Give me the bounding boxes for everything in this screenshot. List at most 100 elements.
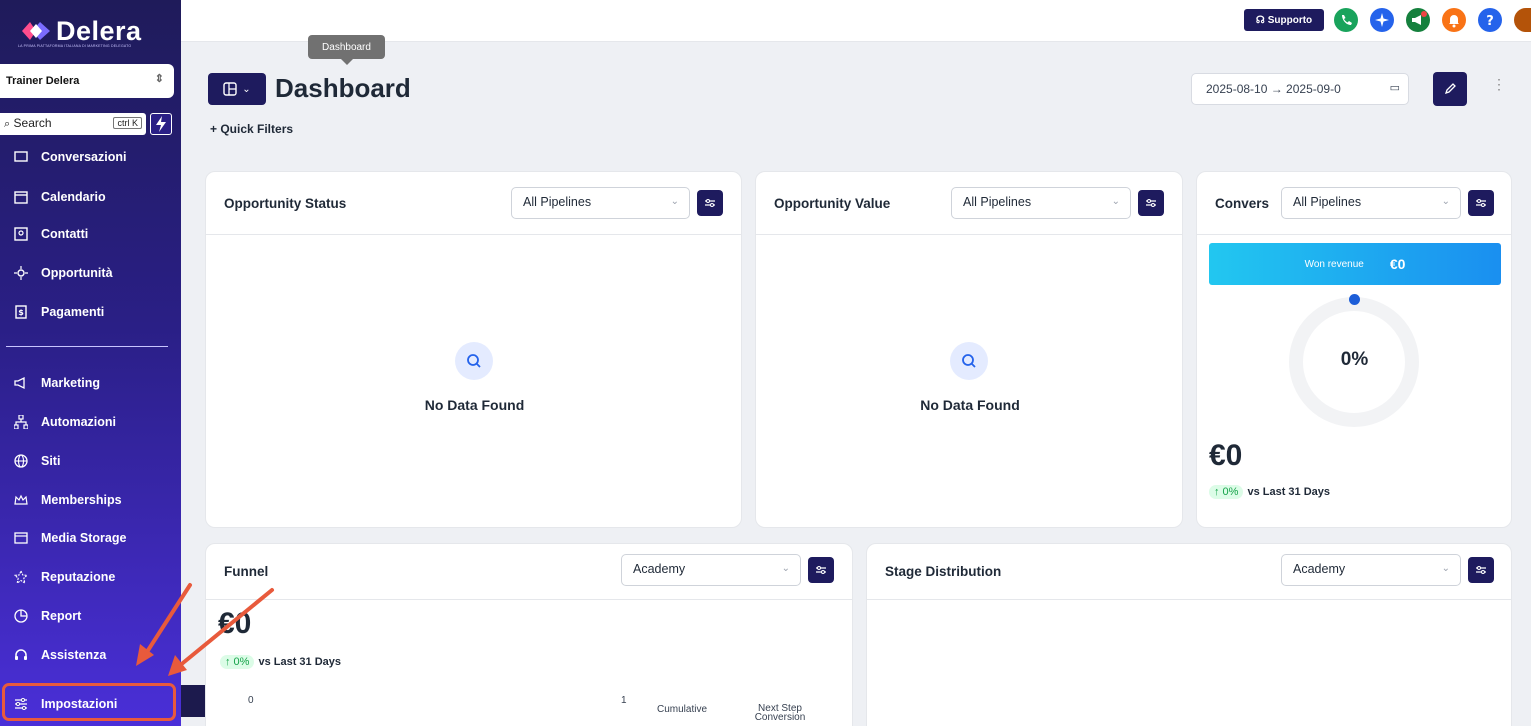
select-value: All Pipelines [963,195,1032,209]
search-input[interactable]: ⌕ Search ctrl K [0,113,146,135]
sidebar-item-label: Memberships [41,493,122,507]
opportunity-value-card: Opportunity Value All Pipelines ⌄ No Dat… [755,171,1183,528]
sidebar-item-assistenza[interactable]: Assistenza [13,645,106,665]
search-icon [950,342,988,380]
star-icon [13,569,29,585]
globe-icon [13,453,29,469]
filter-button[interactable] [808,557,834,583]
help-icon[interactable]: ? [1478,8,1502,32]
bolt-icon [156,116,166,132]
layout-icon [223,82,237,96]
sidebar-item-label: Contatti [41,227,89,241]
change-badge: ↑ 0% [220,655,255,669]
sidebar-item-label: Marketing [41,376,101,390]
support-label: Supporto [1267,14,1313,26]
sidebar-item-label: Assistenza [41,648,107,662]
pipeline-select[interactable]: All Pipelines ⌄ [511,187,690,219]
sidebar-item-reputazione[interactable]: Reputazione [13,567,115,587]
sidebar-item-media-storage[interactable]: Media Storage [13,528,126,548]
card-title: Convers [1215,196,1270,211]
sidebar-item-label: Opportunità [41,266,113,280]
brand-logo[interactable]: Delera LA PRIMA PIATTAFORMA ITALIANA DI … [0,6,181,50]
sidebar-item-contatti[interactable]: Contatti [13,224,88,244]
change-suffix: vs Last 31 Days [1247,486,1331,498]
card-header: Convers All Pipelines ⌄ [1197,172,1511,235]
notification-bell-icon[interactable] [1442,8,1466,32]
contact-icon [13,226,29,242]
search-icon: ⌕ [4,118,11,130]
select-value: Academy [1293,562,1346,576]
chevron-updown-icon: ⇕ [154,73,164,85]
pipeline-select[interactable]: Academy ⌄ [1281,554,1461,586]
chevron-down-icon: ⌄ [1441,563,1450,574]
announcement-icon[interactable] [1406,8,1430,32]
logo-mark-icon [22,22,50,40]
quick-filters-button[interactable]: + Quick Filters [210,122,293,136]
conversion-change: ↑ 0% vs Last 31 Days [1209,485,1330,499]
sidebar-item-label: Siti [41,454,61,468]
funnel-axis-end: 1 [621,695,627,706]
filter-button[interactable] [1468,190,1494,216]
filter-button[interactable] [1138,190,1164,216]
sidebar-item-label: Pagamenti [41,305,105,319]
chevron-down-icon: ⌄ [1441,196,1450,207]
layout-switcher-button[interactable]: ⌄ [208,73,266,105]
user-avatar[interactable] [1514,8,1531,32]
card-header: Funnel Academy ⌄ [206,544,852,600]
search-label: Search [13,116,52,130]
quick-action-button[interactable] [150,113,172,135]
chart-icon [13,608,29,624]
opportunity-icon [13,265,29,281]
chevron-down-icon: ⌄ [242,83,251,95]
opportunity-status-card: Opportunity Status All Pipelines ⌄ No Da… [205,171,742,528]
filter-button[interactable] [697,190,723,216]
funnel-col-next-step: Next Step Conversion [754,703,806,723]
sidebar-item-calendario[interactable]: Calendario [13,187,106,207]
sidebar-item-siti[interactable]: Siti [13,451,60,471]
sidebar-item-memberships[interactable]: Memberships [13,490,122,510]
page-title: Dashboard [275,73,411,103]
dashboard-tooltip: Dashboard [308,35,385,65]
phone-icon[interactable] [1334,8,1358,32]
pipeline-select[interactable]: Academy ⌄ [621,554,801,586]
sidebar-item-report[interactable]: Report [13,606,81,626]
chat-icon [13,149,29,165]
conversion-ring-marker [1349,294,1360,305]
sidebar-item-pagamenti[interactable]: $ Pagamenti [13,302,104,322]
sidebar-item-opportunita[interactable]: Opportunità [13,263,113,283]
sidebar-divider [6,346,168,347]
no-data-message: No Data Found [424,397,525,413]
funnel-card: Funnel Academy ⌄ €0 ↑ 0% vs Last 31 Days … [205,543,853,726]
edit-dashboard-button[interactable] [1433,72,1467,106]
filter-icon [705,199,715,207]
card-title: Opportunity Value [774,196,891,211]
funnel-axis-start: 0 [248,695,254,706]
pipeline-select[interactable]: All Pipelines ⌄ [951,187,1131,219]
conversion-percent: 0% [1340,349,1369,370]
sidebar-item-marketing[interactable]: Marketing [13,373,100,393]
sidebar-item-label: Media Storage [41,531,127,545]
conversion-total: €0 [1209,439,1243,472]
sidebar-item-conversazioni[interactable]: Conversazioni [13,147,126,167]
sidebar-flyout-stub [181,685,208,717]
more-options-icon[interactable]: ⋮ [1492,76,1506,93]
headset-icon: ☊ [1255,14,1265,26]
sidebar-item-label: Report [41,609,82,623]
automation-icon [13,414,29,430]
storage-icon [13,530,29,546]
sidebar-item-label: Reputazione [41,570,116,584]
sidebar: Delera LA PRIMA PIATTAFORMA ITALIANA DI … [0,0,181,726]
sidebar-item-label: Calendario [41,190,106,204]
won-revenue-value: €0 [1389,256,1406,272]
support-button[interactable]: ☊ Supporto [1244,9,1324,31]
card-title: Stage Distribution [885,564,1002,579]
account-switcher[interactable]: Trainer Delera ⇕ [0,64,174,98]
stage-distribution-card: Stage Distribution Academy ⌄ [866,543,1512,726]
date-range-picker[interactable]: 2025-08-10 → 2025-09-0 ▭ [1191,73,1409,105]
ai-sparkle-icon[interactable] [1370,8,1394,32]
pipeline-select[interactable]: All Pipelines ⌄ [1281,187,1461,219]
sidebar-item-automazioni[interactable]: Automazioni [13,412,116,432]
filter-icon [1476,566,1486,574]
filter-button[interactable] [1468,557,1494,583]
change-suffix: vs Last 31 Days [258,656,342,668]
